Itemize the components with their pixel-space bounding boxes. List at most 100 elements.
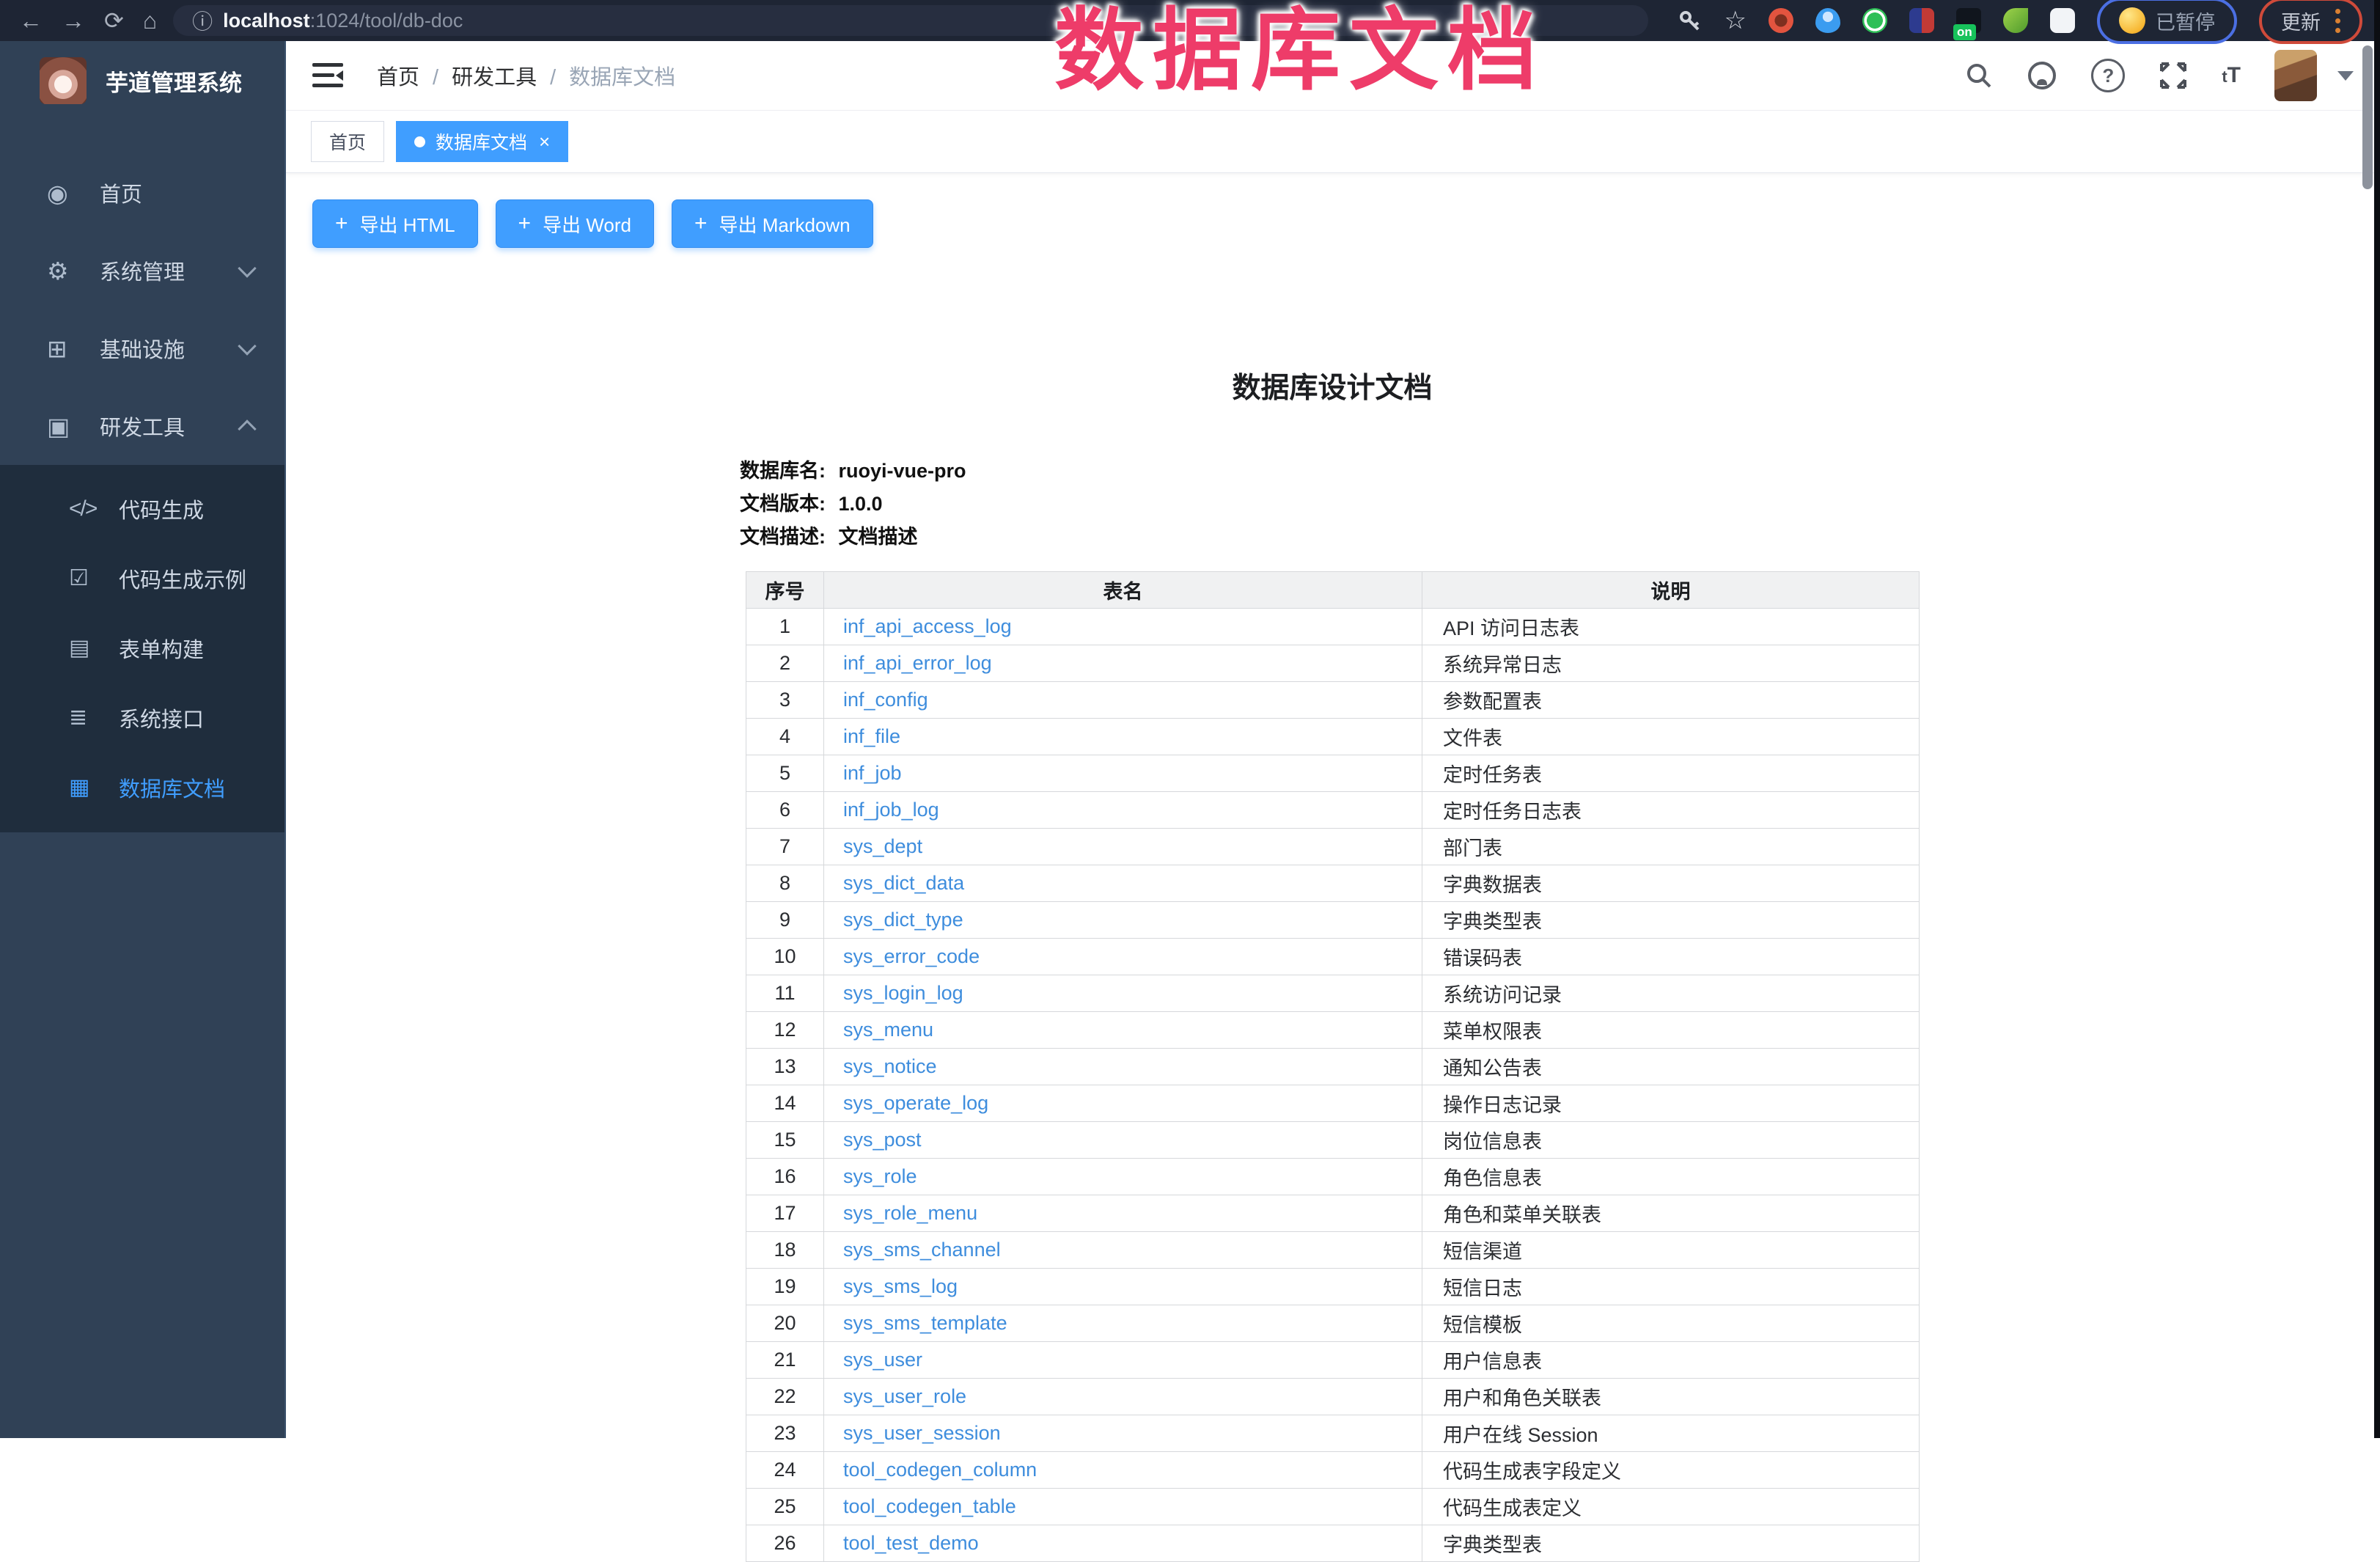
table-name-link[interactable]: sys_user <box>843 1349 922 1371</box>
table-name-link[interactable]: sys_dict_data <box>843 872 964 894</box>
table-name-link[interactable]: tool_test_demo <box>843 1532 979 1554</box>
row-number: 2 <box>746 645 824 682</box>
sidebar-menu-item[interactable]: ◉ 首页 <box>0 154 286 232</box>
sidebar-submenu-item[interactable]: ▦ 数据库文档 <box>0 752 286 822</box>
page-tag[interactable]: 首页 <box>311 121 384 162</box>
extension-icon[interactable]: on <box>1956 8 1981 33</box>
table-name-link[interactable]: sys_sms_log <box>843 1275 958 1297</box>
table-row: 13 sys_notice 通知公告表 <box>746 1049 1920 1085</box>
export-button[interactable]: + 导出 HTML <box>312 199 478 248</box>
export-button-label: 导出 HTML <box>360 210 455 238</box>
password-key-icon[interactable] <box>1678 8 1703 33</box>
table-name-link[interactable]: sys_operate_log <box>843 1092 988 1114</box>
emoji-extension-icon[interactable] <box>2119 7 2145 34</box>
bookmark-star-icon[interactable]: ☆ <box>1725 6 1747 35</box>
tag-close-icon[interactable]: × <box>539 132 550 151</box>
browser-update-button[interactable]: 更新 <box>2281 7 2321 35</box>
table-row: 8 sys_dict_data 字典数据表 <box>746 865 1920 902</box>
sidebar-submenu-item[interactable]: ▤ 表单构建 <box>0 613 286 683</box>
menu-item-icon: ⊞ <box>47 334 100 363</box>
table-name-link[interactable]: sys_role <box>843 1165 917 1187</box>
extension-icon[interactable] <box>1815 8 1840 33</box>
row-number: 11 <box>746 975 824 1012</box>
submenu-item-label: 系统接口 <box>119 703 204 733</box>
page-tag[interactable]: 数据库文档 × <box>396 121 568 162</box>
row-number: 18 <box>746 1232 824 1269</box>
table-name-link[interactable]: inf_job <box>843 762 902 784</box>
app-logo-image <box>40 57 87 104</box>
table-name-link[interactable]: inf_config <box>843 689 928 711</box>
github-icon[interactable] <box>2027 60 2057 91</box>
extension-icon[interactable] <box>1909 8 1934 33</box>
row-number: 4 <box>746 719 824 755</box>
table-name-link[interactable]: sys_error_code <box>843 945 980 967</box>
sidebar-menu-item[interactable]: ⊞ 基础设施 <box>0 309 286 387</box>
on-badge: on <box>1953 24 1976 40</box>
extension-icon[interactable] <box>1769 8 1793 33</box>
extension-icon[interactable] <box>1862 8 1887 33</box>
table-row: 2 inf_api_error_log 系统异常日志 <box>746 645 1920 682</box>
table-name-link[interactable]: sys_dict_type <box>843 909 963 931</box>
table-name-link[interactable]: tool_codegen_column <box>843 1459 1037 1481</box>
page-info-icon[interactable]: ⓘ <box>192 6 213 35</box>
scrollbar-thumb[interactable] <box>2362 45 2373 189</box>
table-name-link[interactable]: inf_api_error_log <box>843 652 992 674</box>
table-name-link[interactable]: tool_codegen_table <box>843 1495 1016 1517</box>
app-logo-row[interactable]: 芋道管理系统 <box>0 41 286 120</box>
browser-back-icon[interactable]: ← <box>19 0 43 41</box>
table-row: 6 inf_job_log 定时任务日志表 <box>746 792 1920 829</box>
table-name-link[interactable]: sys_dept <box>843 835 922 857</box>
help-icon[interactable]: ? <box>2091 59 2125 92</box>
table-name-link[interactable]: sys_notice <box>843 1055 937 1077</box>
row-number: 6 <box>746 792 824 829</box>
sidebar-submenu-item[interactable]: </> 代码生成 <box>0 474 286 543</box>
search-icon[interactable] <box>1965 62 1993 89</box>
plus-icon: + <box>335 213 348 235</box>
table-row: 5 inf_job 定时任务表 <box>746 755 1920 792</box>
browser-menu-icon[interactable] <box>2335 9 2340 33</box>
table-name-link[interactable]: sys_post <box>843 1129 922 1151</box>
table-name-link[interactable]: sys_role_menu <box>843 1202 977 1224</box>
row-number: 14 <box>746 1085 824 1122</box>
tag-label: 数据库文档 <box>436 128 527 155</box>
fullscreen-icon[interactable] <box>2159 61 2188 90</box>
sidebar-menu-item[interactable]: ▣ 研发工具 <box>0 387 286 465</box>
table-name-link[interactable]: sys_sms_channel <box>843 1239 1001 1261</box>
chevron-down-icon[interactable] <box>2337 71 2354 81</box>
font-size-icon[interactable]: tT <box>2222 63 2241 88</box>
export-button[interactable]: + 导出 Word <box>496 199 654 248</box>
browser-forward-icon[interactable]: → <box>62 0 85 41</box>
export-toolbar: + 导出 HTML + 导出 Word + 导出 Markdown <box>286 173 2380 248</box>
table-name-link[interactable]: inf_api_access_log <box>843 615 1012 637</box>
breadcrumb-item[interactable]: 研发工具 <box>452 60 569 91</box>
table-description: 短信模板 <box>1422 1305 1920 1342</box>
table-name-link[interactable]: sys_user_role <box>843 1385 966 1407</box>
browser-home-icon[interactable]: ⌂ <box>143 0 157 41</box>
table-row: 1 inf_api_access_log API 访问日志表 <box>746 609 1920 645</box>
sidebar-submenu-item[interactable]: ≣ 系统接口 <box>0 683 286 752</box>
row-number: 24 <box>746 1452 824 1489</box>
table-name-link[interactable]: sys_sms_template <box>843 1312 1007 1334</box>
address-bar[interactable]: ⓘ localhost:1024/tool/db-doc <box>173 5 1648 36</box>
table-name-link[interactable]: sys_user_session <box>843 1422 1001 1444</box>
breadcrumb-item[interactable]: 数据库文档 <box>569 60 675 91</box>
sidebar-menu-item[interactable]: ⚙ 系统管理 <box>0 232 286 309</box>
extension-icon[interactable] <box>2003 8 2028 33</box>
row-number: 5 <box>746 755 824 792</box>
extension-puzzle-icon[interactable] <box>2050 8 2075 33</box>
user-avatar[interactable] <box>2274 50 2317 101</box>
breadcrumb-item[interactable]: 首页 <box>377 60 452 91</box>
table-description: 字典数据表 <box>1422 865 1920 902</box>
sidebar-submenu-item[interactable]: ☑ 代码生成示例 <box>0 543 286 613</box>
update-annotation[interactable]: 更新 <box>2259 0 2362 44</box>
table-row: 7 sys_dept 部门表 <box>746 829 1920 865</box>
export-button[interactable]: + 导出 Markdown <box>672 199 873 248</box>
sidebar-toggle-icon[interactable] <box>312 63 343 88</box>
table-name-link[interactable]: sys_menu <box>843 1019 933 1041</box>
table-name-link[interactable]: inf_job_log <box>843 799 939 821</box>
app-header: 首页 研发工具 数据库文档 ? tT <box>286 41 2380 111</box>
paused-extension-annotation[interactable]: 已暂停 <box>2097 0 2237 44</box>
table-name-link[interactable]: inf_file <box>843 725 900 747</box>
browser-reload-icon[interactable]: ⟳ <box>104 0 124 41</box>
table-name-link[interactable]: sys_login_log <box>843 982 963 1004</box>
